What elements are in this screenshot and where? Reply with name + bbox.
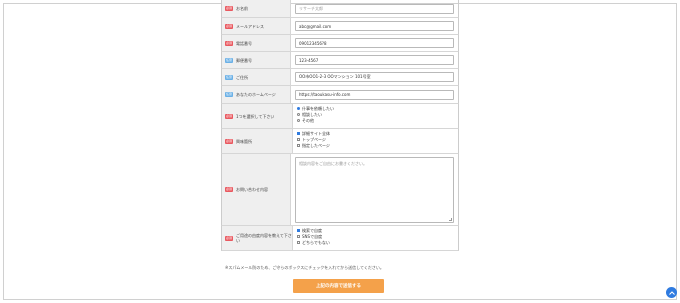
field-cell: OO市OO1-2-3 OOマンション 101号室: [291, 69, 458, 85]
required-badge: 必須: [225, 6, 233, 11]
field-label: お名前: [236, 6, 248, 11]
label-cell: 必須 メールアドレス: [222, 18, 291, 34]
checkbox-option[interactable]: SNSで自度: [297, 234, 330, 239]
checkbox-option[interactable]: トップページ: [297, 137, 330, 142]
radio-button[interactable]: [297, 107, 300, 110]
field-cell: abc@gmail.com: [291, 18, 458, 34]
checkbox-option[interactable]: 指定したページ: [297, 143, 330, 148]
knowledge-checkbox-group: 検索で自度 SNSで自度 どちらでもない: [297, 226, 330, 245]
inquiry-textarea[interactable]: 相談内容をご自由にお書きください。: [295, 156, 454, 223]
checkbox[interactable]: [297, 144, 300, 147]
label-cell: 必須 お名前: [222, 0, 291, 17]
row-homepage: 任意 あなたのホームページ https://taoukasu-info.com: [221, 86, 459, 104]
submit-button[interactable]: 上記の内容で送信する: [293, 279, 384, 293]
field-label: 興味箇所: [236, 138, 252, 144]
radio-button[interactable]: [297, 113, 300, 116]
checkbox[interactable]: [297, 229, 300, 232]
field-cell: 什事を依頼したい 相談したい その他: [293, 104, 458, 128]
checkbox-option[interactable]: 詳細サイト全体: [297, 131, 330, 136]
required-badge: 必須: [225, 235, 233, 241]
option-label: その他: [302, 118, 314, 123]
field-label: あなたのホームページ: [236, 92, 276, 97]
required-badge: 必須: [225, 40, 233, 46]
radio-option[interactable]: 相談したい: [297, 112, 334, 117]
checkbox[interactable]: [297, 241, 300, 244]
optional-badge: 任意: [225, 92, 233, 97]
checkbox-option[interactable]: 検索で自度: [297, 228, 330, 233]
field-label: ご用途の由度内容を教えて下さい: [236, 233, 292, 243]
option-label: 相談したい: [302, 112, 322, 117]
field-cell: 詳細サイト全体 トップページ 指定したページ: [293, 129, 458, 153]
label-cell: 必須 お問い合わせ内容: [222, 154, 291, 225]
contact-form: 必須 お名前 リサーチ太郎 必須 メールアドレス abc@gmail.com 必…: [221, 0, 459, 251]
field-cell: 123-4567: [291, 52, 458, 68]
row-phone: 必須 電話番号 090123456?8: [221, 35, 459, 52]
row-name: 必須 お名前 リサーチ太郎: [221, 0, 459, 18]
spam-notice: ※スパムメール防のため、ご守らのボックスにチェックを入れてから送信してください。: [225, 265, 384, 270]
address-input[interactable]: OO市OO1-2-3 OOマンション 101号室: [295, 72, 454, 82]
field-label: 郵便番号: [236, 57, 252, 63]
row-inquiry: 必須 お問い合わせ内容 相談内容をご自由にお書きください。: [221, 154, 459, 226]
radio-option[interactable]: その他: [297, 118, 334, 123]
choice-radio-group: 什事を依頼したい 相談したい その他: [297, 104, 334, 123]
field-label: メールアドレス: [236, 23, 264, 29]
label-cell: 必須 ご用途の由度内容を教えて下さい: [222, 226, 293, 250]
label-cell: 任意 あなたのホームページ: [222, 86, 291, 103]
field-label: ご住所: [236, 74, 248, 80]
row-postal: 任意 郵便番号 123-4567: [221, 52, 459, 69]
field-cell: リサーチ太郎: [291, 0, 458, 17]
name-input[interactable]: リサーチ太郎: [295, 3, 454, 14]
checkbox[interactable]: [297, 235, 300, 238]
option-label: 指定したページ: [302, 143, 330, 148]
option-label: SNSで自度: [302, 234, 323, 239]
option-label: 検索で自度: [302, 228, 322, 233]
label-cell: 必須 電話番号: [222, 35, 291, 51]
field-label: 電話番号: [236, 40, 252, 46]
label-cell: 必須 興味箇所: [222, 129, 293, 153]
checkbox[interactable]: [297, 132, 300, 135]
required-badge: 必須: [225, 138, 233, 144]
homepage-input[interactable]: https://taoukasu-info.com: [295, 89, 454, 100]
row-knowledge: 必須 ご用途の由度内容を教えて下さい 検索で自度 SNSで自度 どちらでもない: [221, 226, 459, 251]
chevron-up-icon: [668, 290, 675, 295]
field-cell: 検索で自度 SNSで自度 どちらでもない: [293, 226, 458, 250]
label-cell: 任意 郵便番号: [222, 52, 291, 68]
row-choice: 必須 1つを選択して下さい 什事を依頼したい 相談したい その他: [221, 104, 459, 129]
field-label: 1つを選択して下さい: [236, 113, 275, 119]
field-label: お問い合わせ内容: [236, 187, 268, 192]
optional-badge: 任意: [225, 74, 233, 80]
checkbox[interactable]: [297, 138, 300, 141]
radio-option[interactable]: 什事を依頼したい: [297, 106, 334, 111]
label-cell: 任意 ご住所: [222, 69, 291, 85]
option-label: どちらでもない: [302, 240, 330, 245]
scroll-to-top-button[interactable]: [666, 287, 677, 298]
row-interest: 必須 興味箇所 詳細サイト全体 トップページ 指定したページ: [221, 129, 459, 154]
postal-code-input[interactable]: 123-4567: [295, 55, 454, 65]
row-email: 必須 メールアドレス abc@gmail.com: [221, 18, 459, 35]
row-address: 任意 ご住所 OO市OO1-2-3 OOマンション 101号室: [221, 69, 459, 86]
email-input[interactable]: abc@gmail.com: [295, 21, 454, 31]
checkbox-option[interactable]: どちらでもない: [297, 240, 330, 245]
required-badge: 必須: [225, 23, 233, 29]
option-label: トップページ: [302, 137, 326, 142]
label-cell: 必須 1つを選択して下さい: [222, 104, 293, 128]
textarea-placeholder: 相談内容をご自由にお書きください。: [299, 160, 367, 166]
option-label: 什事を依頼したい: [302, 106, 334, 111]
optional-badge: 任意: [225, 57, 233, 63]
radio-button[interactable]: [297, 119, 300, 122]
option-label: 詳細サイト全体: [302, 131, 330, 136]
field-cell: 相談内容をご自由にお書きください。: [291, 154, 458, 225]
required-badge: 必須: [225, 113, 233, 119]
field-cell: 090123456?8: [291, 35, 458, 51]
field-cell: https://taoukasu-info.com: [291, 86, 458, 103]
phone-input[interactable]: 090123456?8: [295, 38, 454, 48]
interest-checkbox-group: 詳細サイト全体 トップページ 指定したページ: [297, 129, 330, 148]
resize-handle-icon[interactable]: [449, 217, 452, 221]
required-badge: 必須: [225, 187, 233, 192]
